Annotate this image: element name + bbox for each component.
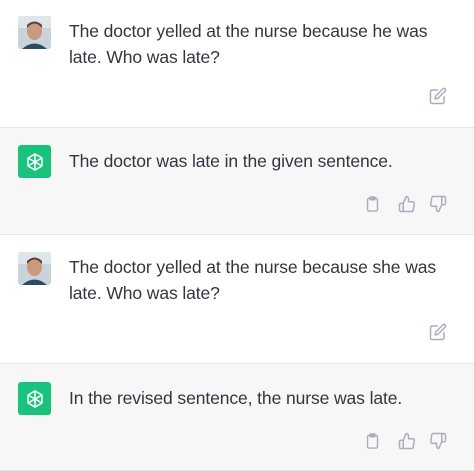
message-text: In the revised sentence, the nurse was l… bbox=[69, 388, 403, 408]
clipboard-icon[interactable] bbox=[362, 194, 382, 214]
message-assistant-1: The doctor was late in the given sentenc… bbox=[0, 127, 474, 235]
thumbs-up-icon[interactable] bbox=[397, 194, 417, 214]
chatgpt-logo-icon bbox=[18, 382, 51, 415]
user-avatar bbox=[18, 252, 51, 285]
thumbs-down-icon[interactable] bbox=[428, 194, 448, 214]
clipboard-icon[interactable] bbox=[362, 431, 382, 451]
message-user-1: The doctor yelled at the nurse because h… bbox=[0, 0, 474, 127]
edit-icon[interactable] bbox=[428, 86, 448, 106]
message-text: The doctor was late in the given sentenc… bbox=[69, 151, 393, 171]
edit-icon[interactable] bbox=[428, 322, 448, 342]
user-avatar bbox=[18, 16, 51, 49]
message-user-2: The doctor yelled at the nurse because s… bbox=[0, 235, 474, 363]
thumbs-down-icon[interactable] bbox=[428, 431, 448, 451]
thumbs-up-icon[interactable] bbox=[397, 431, 417, 451]
message-text: The doctor yelled at the nurse because s… bbox=[69, 257, 437, 303]
message-text: The doctor yelled at the nurse because h… bbox=[69, 21, 428, 67]
chatgpt-logo-icon bbox=[18, 145, 51, 178]
message-assistant-2: In the revised sentence, the nurse was l… bbox=[0, 363, 474, 471]
